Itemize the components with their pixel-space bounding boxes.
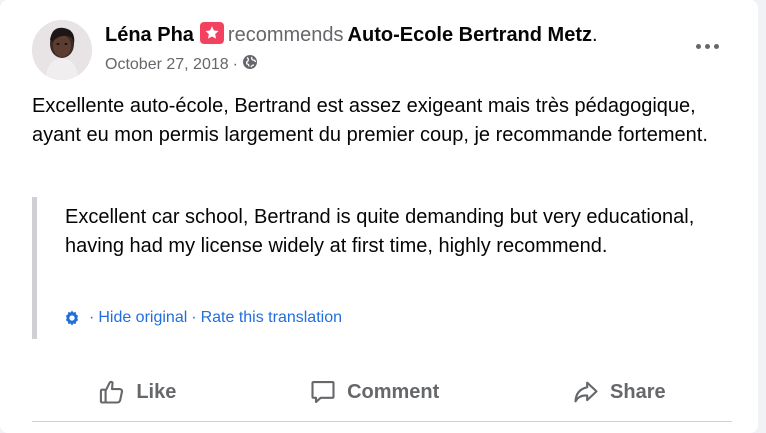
globe-icon <box>242 54 258 75</box>
rate-translation-link[interactable]: Rate this translation <box>201 309 342 327</box>
recommend-star-icon <box>199 22 224 44</box>
share-button[interactable]: Share <box>556 370 682 414</box>
comment-bubble-icon <box>309 378 337 406</box>
post-body: Excellente auto-école, Bertrand est asse… <box>32 95 708 146</box>
translation-links: · Hide original · Rate this translation <box>63 309 342 327</box>
share-label: Share <box>610 380 666 403</box>
more-dot-icon <box>713 43 719 49</box>
trailing-dot: . <box>592 24 598 46</box>
post-actions: Like Comment Share <box>32 368 732 416</box>
post-meta: October 27, 2018 · <box>105 54 258 75</box>
bottom-divider <box>32 421 732 422</box>
link-separator: · <box>89 309 95 326</box>
comment-label: Comment <box>347 380 440 403</box>
meta-separator: · <box>232 55 238 73</box>
thumbs-up-icon <box>98 378 126 406</box>
profile-photo <box>32 20 92 80</box>
post-date[interactable]: October 27, 2018 <box>105 56 229 74</box>
like-button[interactable]: Like <box>82 370 192 414</box>
more-dot-icon <box>695 43 701 49</box>
link-separator: · <box>191 309 197 326</box>
share-arrow-icon <box>572 378 600 406</box>
more-options-button[interactable] <box>690 36 724 56</box>
translation-block: Excellent car school, Bertrand is quite … <box>32 197 737 339</box>
recommends-label: recommends <box>227 24 344 46</box>
author-name[interactable]: Léna Pha <box>105 24 194 46</box>
hide-original-link[interactable]: Hide original <box>98 309 187 327</box>
more-dot-icon <box>704 43 710 49</box>
post-card: Léna Pha recommends Auto-Ecole Bertrand Me… <box>0 0 758 433</box>
like-label: Like <box>136 380 177 403</box>
comment-button[interactable]: Comment <box>293 370 455 414</box>
gear-icon[interactable] <box>63 309 81 327</box>
avatar[interactable] <box>32 20 92 80</box>
translation-text: Excellent car school, Bertrand is quite … <box>65 206 695 257</box>
post-header: Léna Pha recommends Auto-Ecole Bertrand Me… <box>105 22 598 48</box>
page-name-link[interactable]: Auto-Ecole Bertrand Metz <box>348 24 592 46</box>
